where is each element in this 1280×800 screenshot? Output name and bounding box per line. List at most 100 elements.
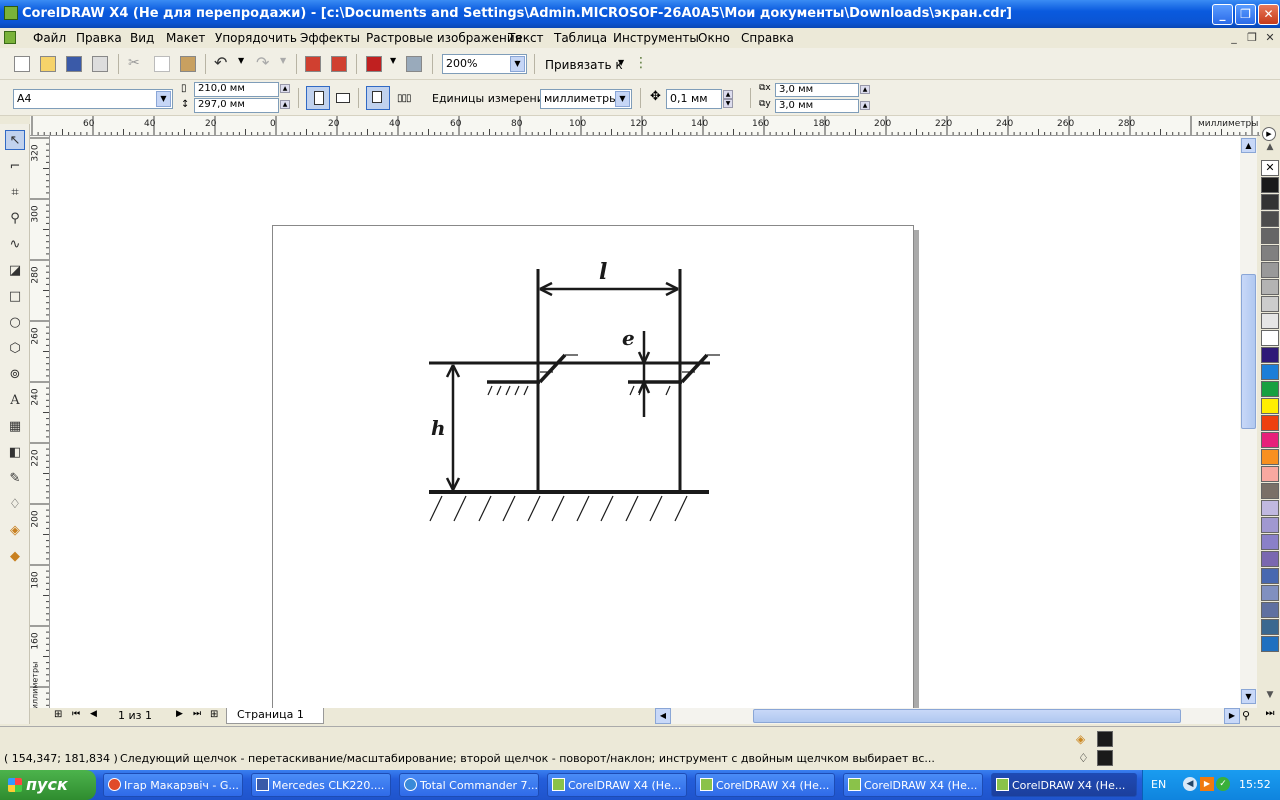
no-color-swatch[interactable]: ✕	[1261, 160, 1279, 176]
taskbar-item[interactable]: Mercedes CLK220....	[251, 773, 391, 797]
label-h[interactable]: h	[431, 416, 446, 440]
color-swatch[interactable]	[1261, 534, 1279, 550]
scroll-right-button[interactable]: ▶	[1224, 708, 1240, 724]
interactive-fill-tool-icon[interactable]: ◆	[5, 547, 25, 567]
color-swatch[interactable]	[1261, 500, 1279, 516]
spin-up-icon[interactable]: ▲	[860, 101, 870, 110]
doc-minimize-button[interactable]: _	[1226, 31, 1242, 45]
all-pages-button[interactable]	[366, 86, 390, 110]
document-icon[interactable]	[4, 31, 16, 44]
polygon-tool-icon[interactable]: ⬡	[5, 339, 25, 359]
open-icon[interactable]	[40, 56, 56, 72]
tray-arrow-icon[interactable]: ◀	[1183, 777, 1197, 791]
label-e[interactable]: e	[622, 326, 635, 350]
minimize-button[interactable]: _	[1212, 4, 1233, 25]
application-launcher-icon[interactable]	[366, 56, 382, 72]
doc-restore-button[interactable]: ❐	[1244, 31, 1260, 45]
color-swatch[interactable]	[1261, 245, 1279, 261]
spin-down-icon[interactable]: ▼	[723, 99, 733, 108]
menu-window[interactable]: Окно	[698, 31, 730, 45]
fill-color-swatch[interactable]	[1097, 731, 1113, 747]
shape-tool-icon[interactable]: ⌐	[5, 157, 25, 177]
eyedropper-tool-icon[interactable]: ✎	[5, 469, 25, 489]
zoom-navigator-icon[interactable]: ⚲	[1242, 709, 1250, 722]
pick-tool-icon[interactable]: ↖	[5, 130, 25, 150]
color-swatch[interactable]	[1261, 381, 1279, 397]
units-select[interactable]: миллиметры ▼	[540, 89, 632, 109]
outline-color-swatch[interactable]	[1097, 750, 1113, 766]
duplicate-y-field[interactable]: 3,0 мм ▲	[775, 99, 870, 113]
spin-up-icon[interactable]: ▲	[280, 84, 290, 93]
rectangle-tool-icon[interactable]: □	[5, 287, 25, 307]
security-icon[interactable]: ✓	[1216, 777, 1230, 791]
paste-icon[interactable]	[180, 56, 196, 72]
drawing[interactable]: l e h	[50, 136, 1240, 708]
play-icon[interactable]: ▶	[1262, 127, 1276, 141]
label-l[interactable]: l	[599, 259, 607, 285]
outline-tool-icon[interactable]: ♢	[5, 495, 25, 515]
zoom-level-select[interactable]: 200% ▼	[442, 54, 527, 74]
media-player-icon[interactable]: ▶	[1200, 777, 1214, 791]
previous-page-icon[interactable]: ◀	[90, 709, 97, 719]
welcome-screen-icon[interactable]	[406, 56, 422, 72]
language-indicator[interactable]: EN	[1151, 778, 1166, 791]
page-width-field[interactable]: 210,0 мм ▲	[194, 82, 290, 97]
start-button[interactable]: пуск	[0, 770, 96, 800]
taskbar-item[interactable]: Ігар Макарэвіч - G...	[103, 773, 243, 797]
last-page-icon[interactable]: ⏭	[193, 709, 201, 719]
color-swatch[interactable]	[1261, 585, 1279, 601]
options-icon[interactable]: ⋮	[634, 55, 648, 71]
menu-bitmaps[interactable]: Растровые изображения	[366, 31, 522, 45]
launcher-dropdown-icon[interactable]: ▼	[390, 56, 396, 65]
maximize-button[interactable]: ❐	[1235, 4, 1256, 25]
color-swatch[interactable]	[1261, 517, 1279, 533]
taskbar-item[interactable]: CorelDRAW X4 (Не...	[547, 773, 687, 797]
horizontal-ruler[interactable]: 60 40 20 0 20 40 60 80 100 120 140 160 1…	[30, 116, 1260, 136]
spin-up-icon[interactable]: ▲	[860, 85, 870, 94]
duplicate-x-field[interactable]: 3,0 мм ▲	[775, 83, 870, 97]
color-swatch[interactable]	[1261, 279, 1279, 295]
color-swatch[interactable]	[1261, 398, 1279, 414]
copy-icon[interactable]	[154, 56, 170, 72]
crop-tool-icon[interactable]: ⌗	[5, 183, 25, 203]
menu-view[interactable]: Вид	[130, 31, 154, 45]
smart-fill-tool-icon[interactable]: ◪	[5, 261, 25, 281]
taskbar-item[interactable]: Total Commander 7....	[399, 773, 539, 797]
color-swatch[interactable]	[1261, 296, 1279, 312]
color-swatch[interactable]	[1261, 194, 1279, 210]
color-swatch[interactable]	[1261, 177, 1279, 193]
interactive-blend-tool-icon[interactable]: ◧	[5, 443, 25, 463]
palette-expand-icon[interactable]: ⏭	[1262, 708, 1278, 722]
taskbar-item[interactable]: CorelDRAW X4 (Не...	[843, 773, 983, 797]
color-swatch[interactable]	[1261, 313, 1279, 329]
new-icon[interactable]	[14, 56, 30, 72]
color-swatch[interactable]	[1261, 602, 1279, 618]
scrollbar-thumb[interactable]	[1241, 274, 1256, 429]
color-swatch[interactable]	[1261, 466, 1279, 482]
scroll-down-button[interactable]: ▼	[1241, 689, 1256, 704]
palette-scroll-down-icon[interactable]: ▼	[1262, 690, 1278, 704]
taskbar-item[interactable]: CorelDRAW X4 (Не...	[695, 773, 835, 797]
color-swatch[interactable]	[1261, 330, 1279, 346]
cut-icon[interactable]: ✂	[128, 55, 140, 71]
print-icon[interactable]	[92, 56, 108, 72]
page-height-field[interactable]: 297,0 мм ▲	[194, 98, 290, 113]
export-icon[interactable]	[331, 56, 347, 72]
menu-text[interactable]: Текст	[508, 31, 544, 45]
drawing-canvas[interactable]: l e h	[50, 136, 1240, 708]
scroll-left-button[interactable]: ◀	[655, 708, 671, 724]
color-swatch[interactable]	[1261, 483, 1279, 499]
menu-layout[interactable]: Макет	[166, 31, 205, 45]
spin-up-icon[interactable]: ▲	[280, 100, 290, 109]
color-swatch[interactable]	[1261, 228, 1279, 244]
menu-arrange[interactable]: Упорядочить	[215, 31, 297, 45]
nudge-distance-field[interactable]: 0,1 мм ▲ ▼	[666, 89, 733, 109]
redo-icon[interactable]: ↷	[256, 53, 269, 72]
color-swatch[interactable]	[1261, 262, 1279, 278]
undo-icon[interactable]: ↶	[214, 53, 227, 72]
menu-help[interactable]: Справка	[741, 31, 794, 45]
color-swatch[interactable]	[1261, 415, 1279, 431]
redo-dropdown-icon[interactable]: ▼	[280, 56, 286, 65]
left-support-diagonal[interactable]	[538, 353, 567, 384]
menu-tools[interactable]: Инструменты	[613, 31, 699, 45]
